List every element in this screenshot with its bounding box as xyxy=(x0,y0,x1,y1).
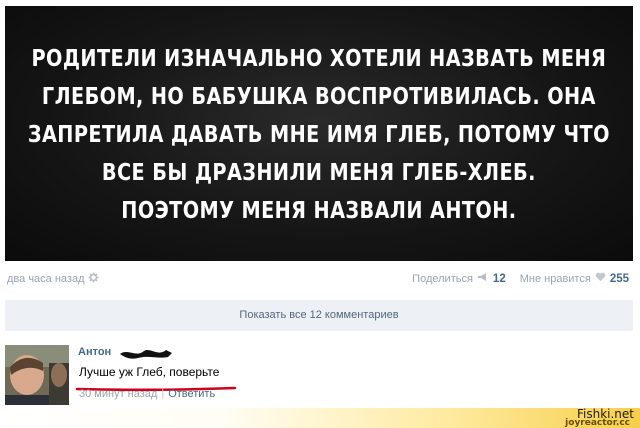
show-all-comments-button[interactable]: Показать все 12 комментариев xyxy=(5,300,633,331)
comment-author[interactable]: Антон xyxy=(78,346,111,358)
image-text-line: Родители изначально хотели назвать меня xyxy=(31,43,607,72)
comment-text: Лучше уж Глеб, поверьте xyxy=(79,365,220,379)
image-text-line: Поэтому меня назвали Антон. xyxy=(121,195,517,224)
megaphone-icon[interactable] xyxy=(477,272,489,285)
image-text-line: запретила давать мне имя Глеб, потому чт… xyxy=(27,119,611,148)
like-count: 255 xyxy=(609,272,629,285)
gear-icon[interactable] xyxy=(88,272,100,286)
share-button[interactable]: Поделиться xyxy=(412,273,473,285)
comment-time[interactable]: 30 минут назад xyxy=(79,388,157,400)
like-button[interactable]: Мне нравится xyxy=(520,273,591,285)
image-text-line: все бы дразнили меня Глеб-хлеб. xyxy=(102,157,536,186)
post-time[interactable]: два часа назад xyxy=(7,273,84,285)
avatar[interactable] xyxy=(5,345,69,405)
censored-scribble xyxy=(118,345,174,366)
reply-button[interactable]: Ответить xyxy=(168,388,215,400)
share-count: 12 xyxy=(492,272,506,285)
comment-item: Антон Лучше уж Глеб, поверьте 30 минут н… xyxy=(5,343,633,405)
post-meta-row: два часа назад Поделиться 12 Мне нравитс… xyxy=(5,270,633,288)
image-text-line: Глебом, но бабушка воспротивилась. Она xyxy=(42,81,596,110)
comment-meta: 30 минут назад | Ответить xyxy=(79,388,215,400)
post-image: Родители изначально хотели назвать меня … xyxy=(5,6,633,261)
separator: | xyxy=(161,388,165,400)
heart-icon[interactable] xyxy=(595,272,606,285)
post-image-text: Родители изначально хотели назвать меня … xyxy=(28,39,610,229)
watermark-bar xyxy=(0,408,640,428)
watermark-joyreactor: joyreactor.cc xyxy=(565,418,630,428)
